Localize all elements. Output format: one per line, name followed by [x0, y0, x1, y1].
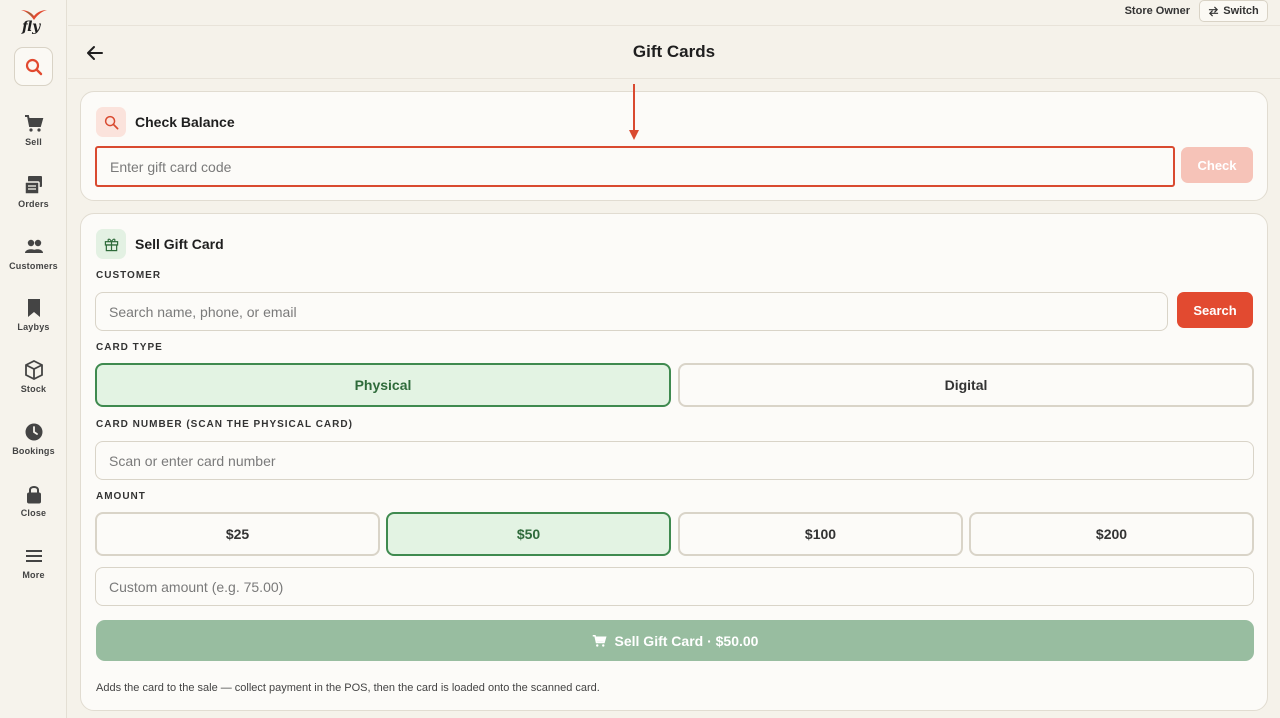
card-type-physical[interactable]: Physical: [95, 363, 671, 407]
customers-icon: [24, 239, 43, 253]
cart-icon: [24, 115, 43, 132]
orders-icon: [23, 176, 42, 195]
card-type-label: CARD TYPE: [96, 342, 163, 353]
sidebar-item-stock[interactable]: Stock: [0, 360, 67, 410]
annotation-arrow-icon: [629, 84, 639, 140]
sidebar-item-laybys[interactable]: Laybys: [0, 298, 67, 348]
switch-label: Switch: [1223, 5, 1259, 17]
switch-user-button[interactable]: Switch: [1199, 0, 1268, 22]
check-balance-icon-badge: [96, 107, 126, 137]
swap-icon: [1209, 5, 1219, 17]
amount-25[interactable]: $25: [95, 512, 380, 556]
check-balance-title: Check Balance: [135, 114, 235, 130]
clock-icon: [25, 423, 42, 441]
sidebar-item-label: Sell: [25, 137, 42, 147]
sell-gift-card-title: Sell Gift Card: [135, 236, 224, 252]
amount-50[interactable]: $50: [386, 512, 671, 556]
sidebar-item-bookings[interactable]: Bookings: [0, 422, 67, 472]
sidebar-item-orders[interactable]: Orders: [0, 175, 67, 225]
sidebar-item-label: Bookings: [12, 446, 55, 456]
sidebar: fly Sell Orders Customers Laybys Stock B…: [0, 0, 67, 718]
sell-gift-card-button[interactable]: Sell Gift Card · $50.00: [96, 620, 1254, 661]
sidebar-item-label: Stock: [20, 384, 47, 394]
card-type-digital[interactable]: Digital: [678, 363, 1254, 407]
amount-200[interactable]: $200: [969, 512, 1254, 556]
card-number-label: CARD NUMBER (SCAN THE PHYSICAL CARD): [96, 419, 353, 430]
cart-icon: [592, 634, 607, 647]
sidebar-search-button[interactable]: [14, 47, 53, 86]
search-icon: [104, 115, 118, 129]
custom-amount-input[interactable]: [95, 567, 1254, 606]
brand-name: fly: [22, 19, 41, 35]
box-icon: [24, 360, 43, 380]
check-balance-card: Check Balance Check: [80, 91, 1268, 201]
sell-button-label: Sell Gift Card · $50.00: [614, 632, 759, 649]
gift-card-code-input[interactable]: [95, 146, 1175, 187]
lock-icon: [26, 486, 41, 504]
sidebar-item-more[interactable]: More: [0, 546, 67, 596]
check-button[interactable]: Check: [1181, 147, 1253, 183]
page-title: Gift Cards: [632, 42, 716, 61]
page-header: Gift Cards: [68, 27, 1280, 79]
amount-label: AMOUNT: [96, 491, 146, 502]
sell-footnote: Adds the card to the sale — collect paym…: [96, 682, 600, 694]
gift-icon: [104, 238, 118, 251]
customer-search-button[interactable]: Search: [1177, 292, 1253, 328]
amount-100[interactable]: $100: [678, 512, 963, 556]
sell-gift-card-card: Sell Gift Card CUSTOMER Search CARD TYPE…: [80, 213, 1268, 711]
sidebar-item-close[interactable]: Close: [0, 484, 67, 534]
sidebar-item-customers[interactable]: Customers: [0, 237, 67, 287]
search-icon: [25, 58, 42, 75]
bookmark-icon: [27, 299, 40, 317]
sidebar-item-label: More: [22, 570, 45, 580]
customer-search-input[interactable]: [95, 292, 1168, 331]
card-number-input[interactable]: [95, 441, 1254, 480]
top-bar: Store Owner Switch: [68, 0, 1280, 26]
user-role: Store Owner: [1124, 5, 1190, 17]
sidebar-item-label: Laybys: [17, 322, 50, 332]
sell-gift-card-icon-badge: [96, 229, 126, 259]
sidebar-item-sell[interactable]: Sell: [0, 113, 67, 163]
sidebar-item-label: Orders: [18, 199, 49, 209]
sidebar-item-label: Customers: [9, 261, 58, 271]
sidebar-item-label: Close: [20, 508, 47, 518]
customer-label: CUSTOMER: [96, 270, 162, 281]
menu-icon: [25, 550, 42, 562]
